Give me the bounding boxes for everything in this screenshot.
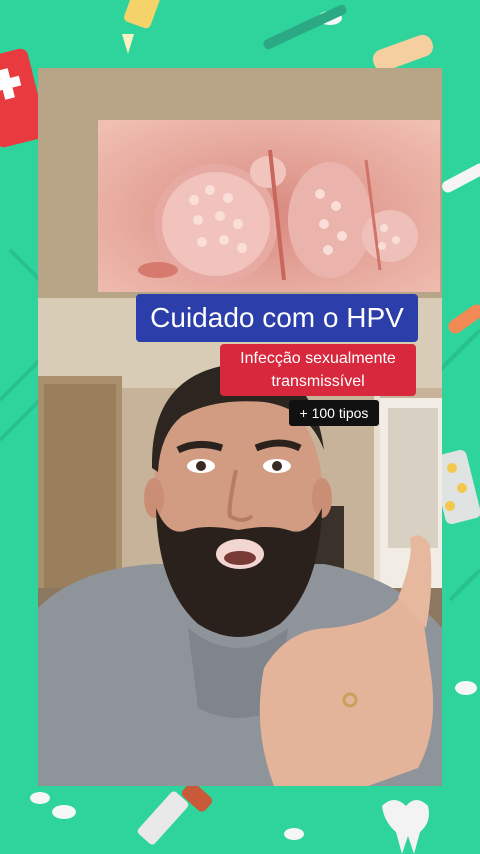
- video-frame[interactable]: Cuidado com o HPV Infecção sexualmente t…: [38, 68, 442, 786]
- subtitle-line-2: transmissível: [271, 373, 365, 390]
- medical-closeup-image: [98, 120, 440, 292]
- subtitle-line-1: Infecção sexualmente: [240, 350, 396, 367]
- subtitle-caption: Infecção sexualmente transmissível: [220, 344, 416, 396]
- types-count-tag: + 100 tipos: [289, 400, 379, 426]
- hpv-title-caption: Cuidado com o HPV: [136, 294, 418, 342]
